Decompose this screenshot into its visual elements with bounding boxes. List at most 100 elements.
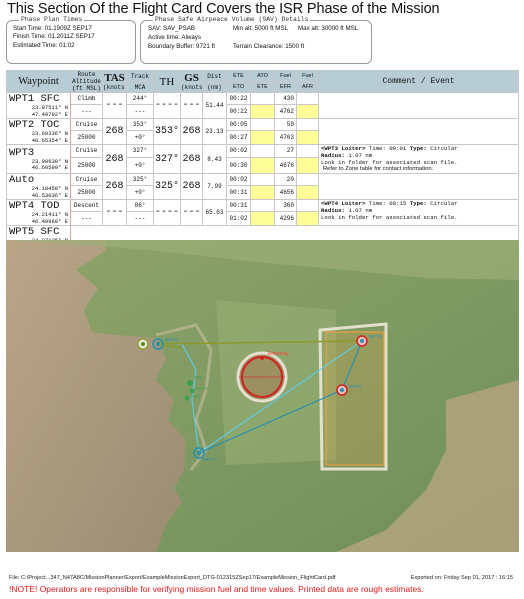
loiter-time: Time: 00:01 [365,145,410,153]
loiter-type: Circular [426,145,458,153]
ato-input [250,129,275,146]
col-route: Route Altitude (ft MSL) [70,70,103,93]
dist-cell: 51.44 [202,92,227,119]
col-ate: ATO [250,70,275,82]
page-title: This Section Of the Flight Card Covers t… [7,1,440,17]
altitude-header: Altitude [72,78,101,85]
toc-icon[interactable] [184,395,190,401]
table-row: Auto 24.10458° N 46.53036° E Cruise 268 325° 3… [6,173,519,200]
tas-cell: 268 [102,144,127,174]
ato-blank [250,118,275,131]
p03-icon[interactable] [187,380,193,386]
fuel-cell: 20 [274,173,297,186]
track-cell: 353° [126,118,154,131]
col-fuel2: Fuel [296,70,319,82]
tas-cell: 268 [102,173,127,200]
waypoint-lon: 47.49792° E [31,110,68,118]
efr-cell: 4762 [274,103,297,120]
wpt3-icon[interactable] [189,388,195,394]
embassy-marker [260,356,264,360]
ato-blank [250,173,275,186]
fuel-cell: 430 [274,92,297,105]
fuel2-blank [296,173,319,186]
table-row: WPT2 TOC 23.60336° N 46.65354° E Cruise 268 3… [6,118,519,145]
waypoint-cell: WPT1 SFC 23.97511° N 47.49792° E [6,92,71,119]
fuel2-blank [296,199,319,212]
wpt1-label: WPT1 [203,457,216,462]
alt-unit: (ft MSL) [72,85,101,92]
start-time: Start Time: 01.1909Z SEP17 [13,25,92,32]
mca-cell: +0° [126,156,154,175]
th-cell: 325° [153,173,181,200]
wpt4-dot [360,339,364,343]
table-row: WPT5 SFC24.27135° N47.63792° E [6,225,519,252]
footer-file-path: File: C:/Project...347_N47A8C/MissionPla… [9,575,336,581]
route-cell: Cruise [70,173,103,186]
waypoint-cell: Auto 24.10458° N 46.53036° E [6,173,71,200]
th-cell: ---- [153,92,181,119]
footer-exported: Exported on: Friday Sep 01, 2017 : 16:15 [410,575,513,581]
eto-cell: 01:02 [226,210,251,227]
col-comment: Comment / Event [318,70,519,93]
gs-header: GS [184,72,199,84]
loiter-tag: <WPT4 Loiter> [321,200,366,208]
ato-blank [250,92,275,105]
afr-input [296,103,319,120]
altitude-cell: 25000 [70,129,103,146]
mca-cell: +0° [126,184,154,201]
sav-name: SAV: SAV_PSAB [148,25,195,32]
col-ete: ETE [226,70,251,82]
route-header: Route [77,71,96,79]
sav-boundary-buffer: Boundary Buffer: 9721 ft [148,43,215,50]
wpt1-dot [141,342,145,346]
loiter-note: Look in folder for associated scan file. [321,214,458,221]
fuel2-blank [296,144,319,158]
tas-unit: (knots) [103,84,127,91]
sav-legend: Phase Safe Airpeace Volume (SAV) Details [153,16,311,25]
comment-cell: <WPT4 Loiter> Time: 00:15 Type: Circular… [318,199,519,226]
loiter-radius-label: Radius: [321,152,345,159]
eto-cell: 00:31 [226,184,251,201]
col-gs: GS (knots) [180,70,203,93]
waypoint-lon: 46.49960° E [31,217,68,225]
tas-header: TAS [104,72,125,84]
mission-map[interactable]: Embassy WPT2 P03 WPT3 TOC WPT1 WPT4 WPT5 [6,240,519,552]
waypoint-lon: 46.60599° E [31,164,68,171]
comment-cell: <WPT3 Loiter> Time: 00:01 Type: Circular… [318,144,519,174]
mca-cell: --- [126,103,154,120]
fuel-cell: 59 [274,118,297,131]
sav-max-alt: Max alt: 30000 ft MSL [298,25,359,32]
col-dist-unit: (nm) [202,81,227,93]
mca-cell: +0° [126,129,154,146]
route-cell: Climb [70,92,103,105]
toc-label: TOC [191,394,201,399]
zone-note: Refer to Zone table for contact informat… [323,166,434,172]
tas-cell: --- [102,199,127,226]
gs-cell: 268 [180,173,203,200]
loiter-tag: <WPT3 Loiter> [321,145,366,153]
sav-min-alt: Min alt: 5000 ft MSL [233,25,289,32]
track-cell: 244° [126,92,154,105]
ato-input [250,210,275,227]
sav-active-time: Active time: Always [148,34,201,41]
dist-cell: 7.99 [202,173,227,200]
tas-cell: 268 [102,118,127,145]
eto-cell: 00:22 [226,103,251,120]
th-cell: ---- [153,199,181,226]
wpt4-label: WPT4 [369,334,382,339]
p03-label: P03 [194,375,203,380]
track-cell: 86° [126,199,154,212]
waypoint-cell: WPT3 23.98638° N 46.60599° E [6,144,71,174]
sav-details-box: Phase Safe Airpeace Volume (SAV) Details… [140,16,372,64]
wpt5-dot [340,388,344,392]
ato-input [250,156,275,175]
waypoint-cell: WPT4 TOD 24.21411° N 46.49960° E [6,199,71,226]
fuel2-blank [296,92,319,105]
col-dist: Dist [202,70,227,82]
table-row: WPT4 TOD 24.21411° N 46.49960° E Descent ---… [6,199,519,226]
wpt2-label: WPT2 [165,337,178,342]
col-th: TH [153,70,181,93]
map-svg: Embassy WPT2 P03 WPT3 TOC WPT1 WPT4 WPT5 [6,240,519,552]
gs-cell: --- [180,199,203,226]
ete-cell: 00:31 [226,199,251,212]
